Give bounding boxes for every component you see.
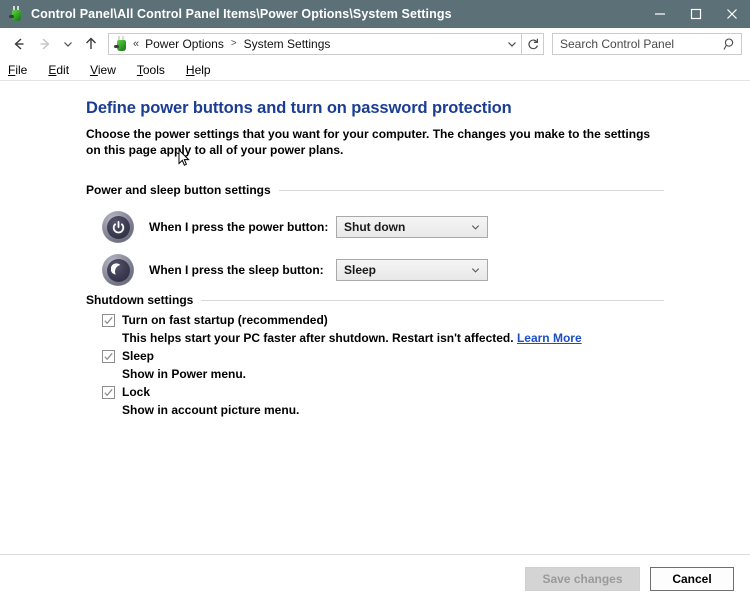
menu-file-rest: ile bbox=[15, 62, 28, 77]
minimize-button[interactable] bbox=[642, 0, 678, 28]
footer-buttons: Save changes Cancel bbox=[525, 567, 734, 591]
fast-startup-description-text: This helps start your PC faster after sh… bbox=[122, 331, 514, 345]
menu-item-help[interactable]: Help bbox=[186, 63, 222, 77]
menu-item-edit[interactable]: Edit bbox=[48, 63, 80, 77]
breadcrumb-separator-icon[interactable]: > bbox=[226, 38, 242, 49]
menu-item-file[interactable]: File bbox=[8, 63, 38, 77]
menu-help-accesskey: H bbox=[185, 62, 195, 77]
forward-icon[interactable] bbox=[32, 31, 58, 57]
sleep-button-row: When I press the sleep button: Sleep bbox=[102, 254, 488, 286]
menu-help-rest: elp bbox=[194, 62, 211, 77]
close-button[interactable] bbox=[714, 0, 750, 28]
menu-view-accesskey: V bbox=[90, 62, 98, 77]
menu-view-rest: iew bbox=[97, 62, 116, 77]
recent-locations-chevron-down-icon[interactable] bbox=[58, 31, 78, 57]
fast-startup-label: Turn on fast startup (recommended) bbox=[122, 313, 328, 327]
section-shutdown-rule bbox=[201, 299, 664, 301]
power-button-row: When I press the power button: Shut down bbox=[102, 211, 488, 243]
sleep-button-action-dropdown[interactable]: Sleep bbox=[336, 259, 488, 281]
title-bar: Control Panel\All Control Panel Items\Po… bbox=[0, 0, 750, 28]
sleep-option-label: Sleep bbox=[122, 349, 155, 363]
fast-startup-checkbox[interactable] bbox=[102, 314, 115, 327]
breadcrumb-item-power-options[interactable]: Power Options bbox=[143, 37, 226, 51]
maximize-button[interactable] bbox=[678, 0, 714, 28]
search-box[interactable] bbox=[552, 32, 742, 55]
sleep-option-description: Show in Power menu. bbox=[122, 367, 247, 381]
address-power-plug-icon bbox=[113, 35, 129, 52]
power-button-icon bbox=[102, 211, 134, 243]
section-shutdown: Shutdown settings bbox=[86, 293, 750, 307]
section-power-sleep: Power and sleep button settings bbox=[86, 183, 750, 197]
fast-startup-description: This helps start your PC faster after sh… bbox=[122, 331, 582, 345]
up-arrow-icon[interactable] bbox=[78, 31, 104, 57]
power-button-label: When I press the power button: bbox=[149, 220, 329, 234]
sleep-button-action-value: Sleep bbox=[344, 263, 377, 277]
content-area: Define power buttons and turn on passwor… bbox=[0, 81, 750, 601]
lock-option-label: Lock bbox=[122, 385, 151, 399]
window-controls bbox=[642, 0, 750, 28]
checkbox-row-sleep[interactable]: Sleep bbox=[102, 349, 154, 363]
sleep-moon-icon bbox=[102, 254, 134, 286]
section-power-sleep-rule bbox=[278, 189, 664, 191]
page-description: Choose the power settings that you want … bbox=[86, 127, 651, 157]
checkbox-row-fast-startup[interactable]: Turn on fast startup (recommended) bbox=[102, 313, 328, 327]
menu-item-view[interactable]: View bbox=[90, 63, 127, 77]
window-title: Control Panel\All Control Panel Items\Po… bbox=[31, 7, 452, 21]
menu-tools-rest: ools bbox=[142, 62, 165, 77]
lock-checkbox[interactable] bbox=[102, 386, 115, 399]
address-chevron-down-icon[interactable] bbox=[503, 38, 521, 50]
power-button-action-value: Shut down bbox=[344, 220, 406, 234]
breadcrumb-overflow-icon[interactable]: « bbox=[133, 38, 139, 50]
sleep-dropdown-chevron-down-icon[interactable] bbox=[470, 265, 481, 276]
menu-edit-rest: dit bbox=[56, 62, 70, 77]
search-input[interactable] bbox=[553, 35, 719, 52]
menu-bar: File Edit View Tools Help bbox=[0, 59, 750, 80]
power-plug-icon bbox=[8, 6, 24, 22]
section-shutdown-label: Shutdown settings bbox=[86, 293, 194, 307]
menu-item-tools[interactable]: Tools bbox=[137, 63, 176, 77]
refresh-icon[interactable] bbox=[522, 32, 544, 55]
footer-divider bbox=[0, 554, 750, 555]
learn-more-link[interactable]: Learn More bbox=[517, 331, 582, 345]
save-changes-button[interactable]: Save changes bbox=[525, 567, 640, 591]
lock-option-description: Show in account picture menu. bbox=[122, 403, 300, 417]
checkbox-row-lock[interactable]: Lock bbox=[102, 385, 150, 399]
cancel-button[interactable]: Cancel bbox=[650, 567, 734, 591]
breadcrumb-item-system-settings[interactable]: System Settings bbox=[242, 37, 333, 51]
section-power-sleep-label: Power and sleep button settings bbox=[86, 183, 271, 197]
search-icon[interactable] bbox=[719, 37, 741, 51]
address-bar[interactable]: « Power Options > System Settings bbox=[108, 32, 522, 55]
power-dropdown-chevron-down-icon[interactable] bbox=[470, 222, 481, 233]
navigation-bar: « Power Options > System Settings bbox=[0, 28, 750, 59]
power-button-action-dropdown[interactable]: Shut down bbox=[336, 216, 488, 238]
page-title: Define power buttons and turn on passwor… bbox=[86, 99, 512, 117]
control-panel-window: Control Panel\All Control Panel Items\Po… bbox=[0, 0, 750, 601]
sleep-button-label: When I press the sleep button: bbox=[149, 263, 324, 277]
back-icon[interactable] bbox=[6, 31, 32, 57]
sleep-checkbox[interactable] bbox=[102, 350, 115, 363]
